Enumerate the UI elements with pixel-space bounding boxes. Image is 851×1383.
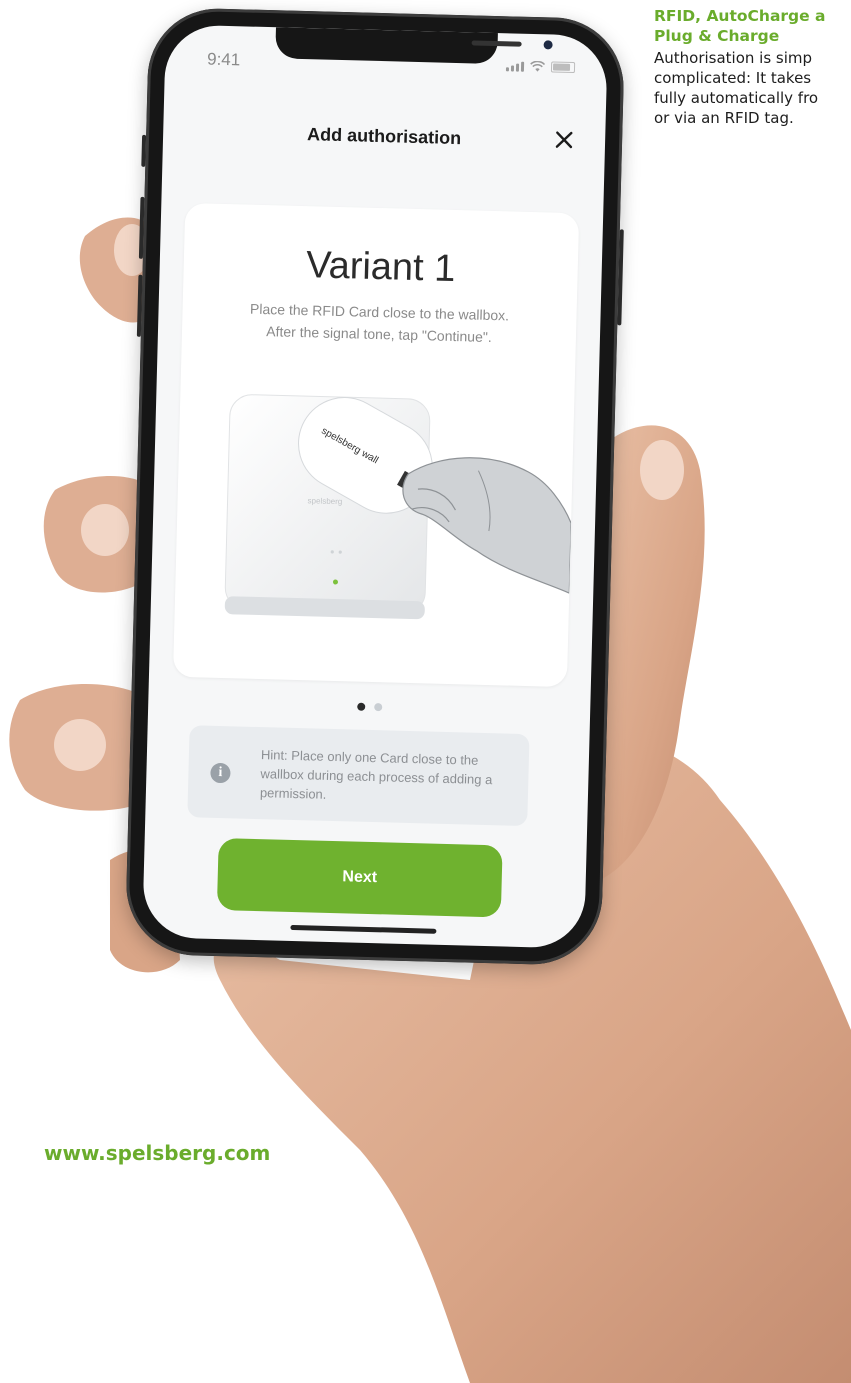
battery-icon bbox=[550, 61, 576, 74]
wallbox-rfid-illustration: spelsberg spelsberg wall bbox=[224, 394, 572, 620]
pager-dot-2[interactable] bbox=[373, 703, 382, 712]
volume-up-button bbox=[138, 196, 145, 259]
wallbox-logo: spelsberg bbox=[307, 496, 342, 506]
notch bbox=[275, 27, 553, 65]
phone-device: 9:41 Add authorisation Variant 1 Place t… bbox=[124, 6, 626, 967]
next-button[interactable]: Next bbox=[216, 838, 503, 918]
status-icons bbox=[505, 60, 576, 74]
variant-title: Variant 1 bbox=[305, 244, 456, 291]
website-link[interactable]: www.spelsberg.com bbox=[44, 1141, 270, 1165]
pager-dots[interactable] bbox=[148, 697, 590, 717]
speaker-grille bbox=[471, 40, 522, 47]
status-time: 9:41 bbox=[206, 49, 241, 70]
app-screen: 9:41 Add authorisation Variant 1 Place t… bbox=[142, 24, 608, 949]
wifi-icon bbox=[530, 60, 546, 72]
variant-card[interactable]: Variant 1 Place the RFID Card close to t… bbox=[172, 202, 580, 688]
home-indicator[interactable] bbox=[290, 924, 437, 934]
hint-box: i Hint: Place only one Card close to the… bbox=[187, 725, 530, 827]
signal-icon bbox=[505, 61, 525, 72]
mute-switch bbox=[141, 134, 147, 167]
page-title: Add authorisation bbox=[306, 124, 462, 149]
close-button[interactable] bbox=[551, 126, 578, 153]
volume-down-button bbox=[136, 274, 143, 337]
close-icon bbox=[555, 131, 573, 149]
hint-text: Hint: Place only one Card close to the w… bbox=[259, 747, 493, 802]
camera-icon bbox=[543, 40, 553, 50]
pager-dot-1[interactable] bbox=[356, 702, 365, 711]
info-icon: i bbox=[210, 762, 231, 784]
variant-instructions: Place the RFID Card close to the wallbox… bbox=[249, 300, 510, 346]
